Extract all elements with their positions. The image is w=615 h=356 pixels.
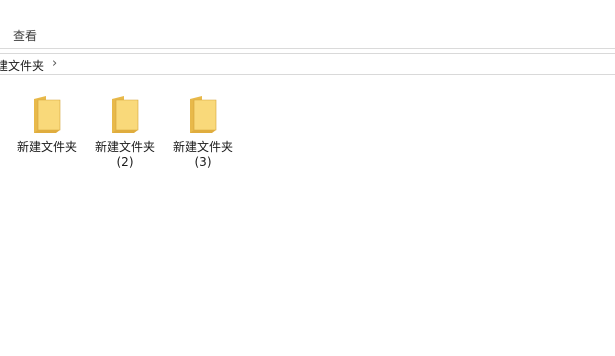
folder-item-1[interactable]: 新建文件夹 — [12, 96, 82, 155]
ribbon-divider — [0, 48, 615, 49]
folder-item-2[interactable]: 新建文件夹 (2) — [90, 96, 160, 169]
folder-icon — [112, 96, 139, 133]
folder-name-suffix: (3) — [194, 155, 212, 169]
folder-name: 新建文件夹 — [94, 140, 155, 154]
chevron-right-icon[interactable]: › — [52, 56, 57, 71]
folder-icon — [190, 96, 217, 133]
folder-name: 新建文件夹 — [16, 140, 77, 154]
address-bar[interactable]: 建文件夹 › — [0, 53, 615, 75]
folder-name: 新建文件夹 — [172, 140, 233, 154]
tab-view[interactable]: 查看 — [13, 27, 37, 44]
folder-icon — [34, 96, 61, 133]
folder-name-suffix: (2) — [116, 155, 134, 169]
breadcrumb-current-folder[interactable]: 建文件夹 — [0, 57, 44, 74]
folder-item-3[interactable]: 新建文件夹 (3) — [168, 96, 238, 169]
ribbon: 查看 — [0, 0, 615, 47]
